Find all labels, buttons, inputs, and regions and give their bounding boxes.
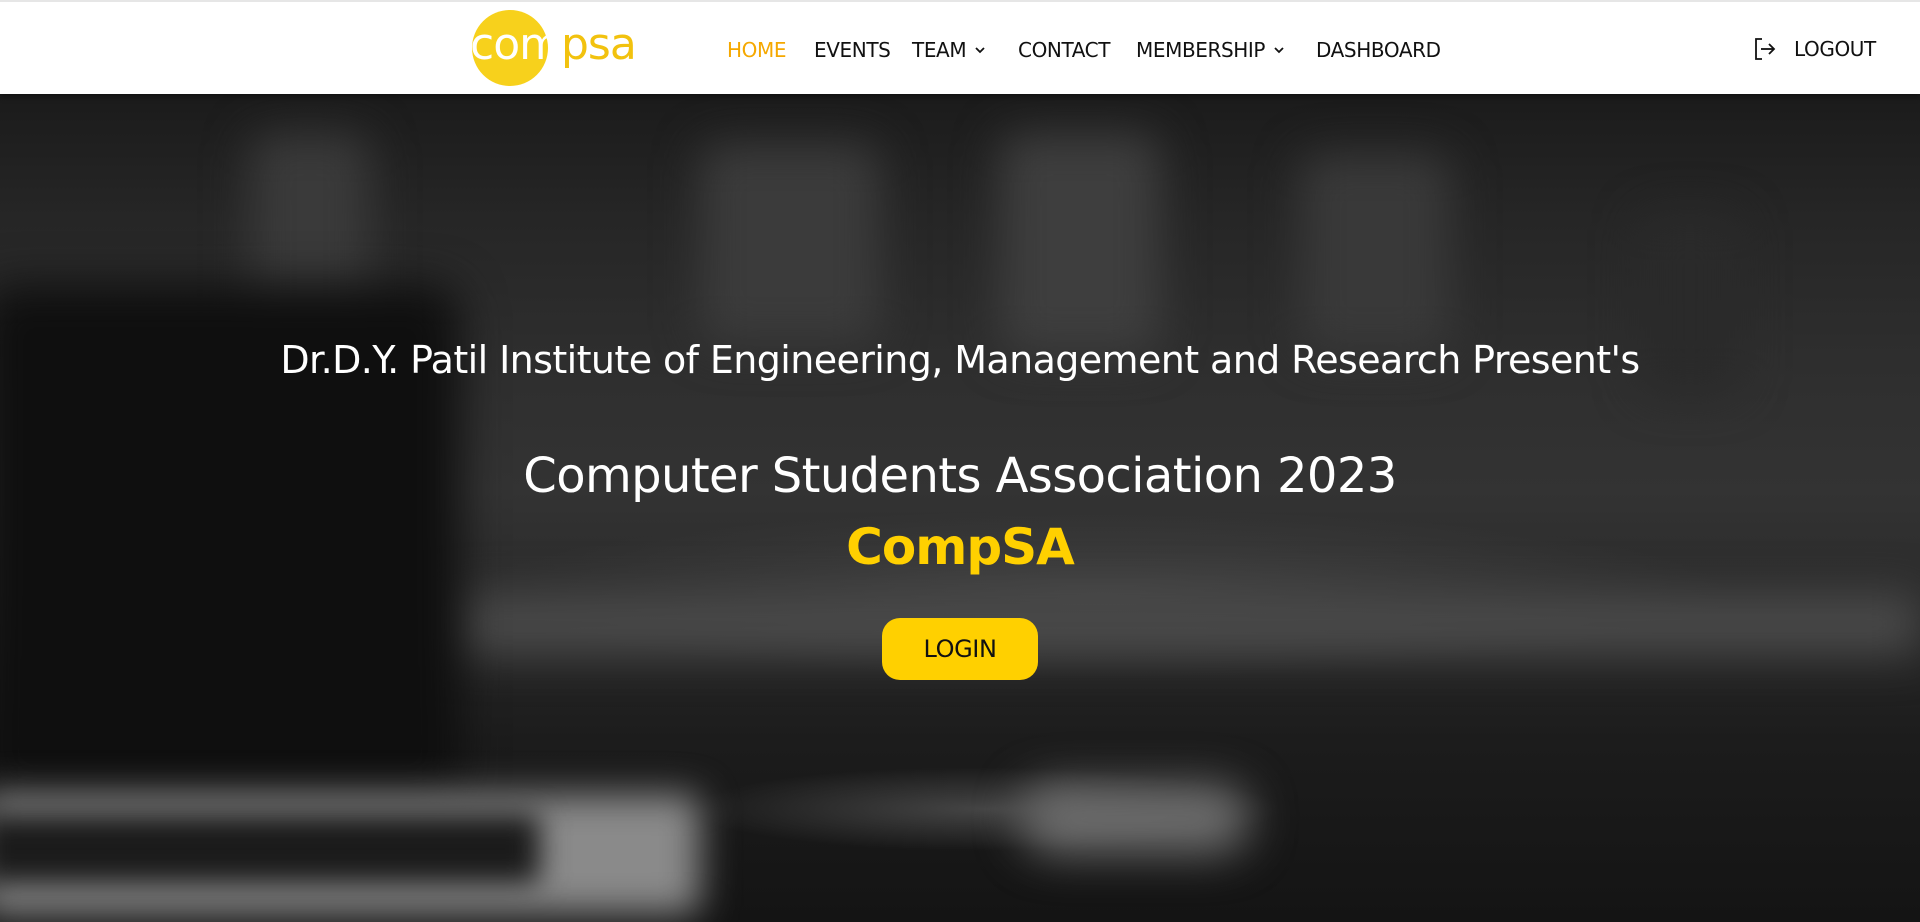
- nav-item-label: CONTACT: [1018, 38, 1111, 62]
- login-button[interactable]: LOGIN: [882, 618, 1038, 680]
- nav-item-label: HOME: [727, 38, 787, 62]
- nav-item-label: MEMBERSHIP: [1136, 38, 1266, 62]
- hero-subtitle: Dr.D.Y. Patil Institute of Engineering, …: [280, 338, 1640, 382]
- nav-item-label: TEAM: [912, 38, 967, 62]
- nav-item-events[interactable]: EVENTS: [814, 38, 891, 62]
- nav-item-contact[interactable]: CONTACT: [1018, 38, 1110, 62]
- nav-item-home[interactable]: HOME: [727, 38, 786, 62]
- nav-item-dashboard[interactable]: DASHBOARD: [1316, 38, 1441, 62]
- hero-content: Dr.D.Y. Patil Institute of Engineering, …: [0, 94, 1920, 922]
- chevron-down-icon: [1274, 47, 1284, 54]
- hero-title: Computer Students Association 2023: [523, 448, 1397, 504]
- logout-label: LOGOUT: [1794, 37, 1876, 61]
- nav-item-label: EVENTS: [814, 38, 891, 62]
- chevron-down-icon: [975, 47, 985, 54]
- nav-links: HOME EVENTS TEAM CONTACT MEMBERSHIP DASH…: [0, 2, 1920, 96]
- nav-item-label: DASHBOARD: [1316, 38, 1441, 62]
- nav-item-membership[interactable]: MEMBERSHIP: [1136, 38, 1285, 62]
- logout-button[interactable]: LOGOUT: [1752, 36, 1876, 62]
- nav-item-team[interactable]: TEAM: [912, 38, 986, 62]
- hero-brand: CompSA: [846, 518, 1075, 576]
- top-navbar: compsa HOME EVENTS TEAM CONTACT MEMBERSH…: [0, 0, 1920, 94]
- logout-icon: [1755, 38, 1776, 60]
